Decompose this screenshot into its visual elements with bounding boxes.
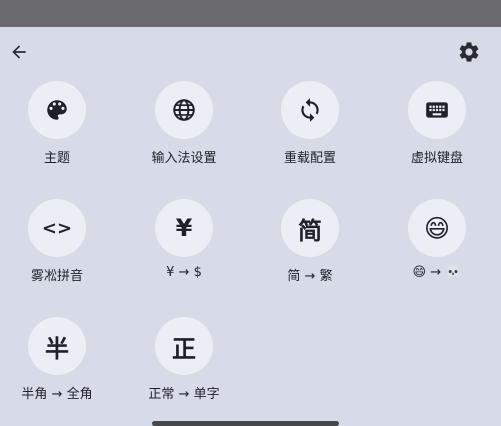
smile-emoji-icon: 😄 (423, 213, 451, 243)
tile-label: 雾凇拼音 (30, 269, 83, 284)
virtual-keyboard-button[interactable] (408, 81, 466, 139)
tile-reload-config[interactable]: 重载配置 (255, 81, 365, 181)
tile-virtual-keyboard[interactable]: 虚拟键盘 (382, 81, 492, 181)
back-button[interactable] (7, 40, 31, 64)
input-method-settings-button[interactable] (155, 81, 213, 139)
tile-currency[interactable]: ¥ ¥ → $ (129, 199, 239, 299)
drag-handle[interactable] (152, 421, 339, 426)
tile-label: 主题 (43, 151, 70, 166)
half-full-width-toggle-button[interactable]: 半 (28, 317, 86, 375)
tile-label: 虚拟键盘 (410, 151, 463, 166)
ban-glyph: 半 (45, 334, 69, 363)
zheng-glyph: 正 (172, 334, 196, 363)
tile-emoji[interactable]: 😄 😄 → 💀 (382, 199, 492, 299)
palette-icon (47, 100, 67, 120)
tile-label: 输入法设置 (151, 151, 217, 166)
simplified-traditional-toggle-button[interactable]: 简 (281, 199, 339, 257)
yen-glyph: ¥ (175, 214, 193, 242)
tile-label: 简 → 繁 (287, 269, 333, 284)
tile-half-full-width[interactable]: 半 半角 → 全角 (2, 317, 112, 417)
single-char-toggle-button[interactable]: 正 (155, 317, 213, 375)
status-strip (0, 0, 501, 27)
tile-label: 重载配置 (283, 151, 336, 166)
tile-schema[interactable]: <> 雾凇拼音 (2, 199, 112, 299)
tile-input-method-settings[interactable]: 输入法设置 (129, 81, 239, 181)
tile-label: ¥ → $ (166, 265, 202, 280)
emoji-toggle-button[interactable]: 😄 (408, 199, 466, 257)
code-icon: <> (41, 217, 73, 239)
sync-icon (301, 98, 319, 122)
jian-glyph: 简 (298, 216, 322, 245)
tile-single-char[interactable]: 正 正常 → 单字 (129, 317, 239, 417)
keyboard-icon (426, 102, 448, 118)
reload-config-button[interactable] (281, 81, 339, 139)
globe-icon (173, 99, 195, 121)
tile-label: 正常 → 单字 (148, 387, 220, 402)
gear-icon (459, 42, 479, 62)
schema-button[interactable]: <> (28, 199, 86, 257)
currency-toggle-button[interactable]: ¥ (155, 199, 213, 257)
theme-button[interactable] (28, 81, 86, 139)
tile-theme[interactable]: 主题 (2, 81, 112, 181)
settings-button[interactable] (457, 40, 481, 64)
tile-label: 半角 → 全角 (21, 387, 93, 402)
tile-label: 😄 → 💀 (412, 265, 462, 280)
tile-simplified-traditional[interactable]: 简 简 → 繁 (255, 199, 365, 299)
arrow-left-icon (12, 45, 26, 59)
